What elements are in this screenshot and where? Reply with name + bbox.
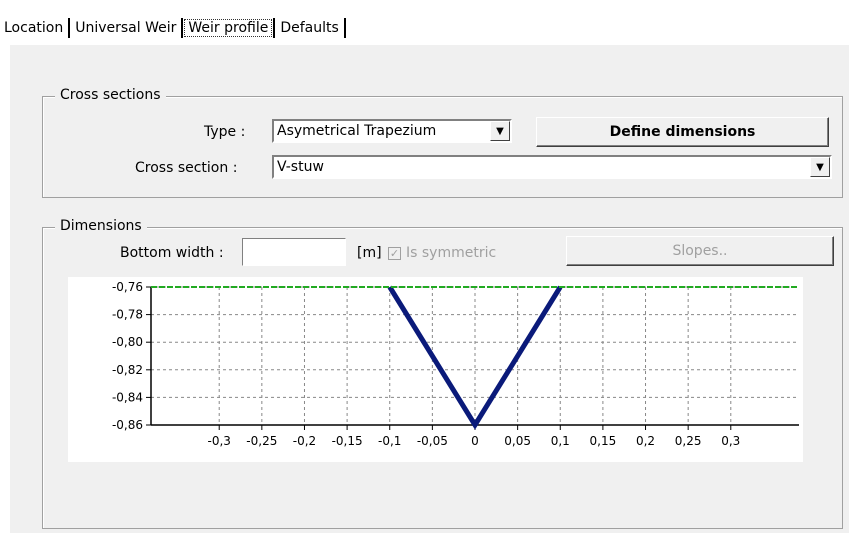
- x-tick-label: 0: [471, 434, 479, 448]
- cross-sections-title: Cross sections: [55, 87, 166, 103]
- x-tick-label: 0,05: [504, 434, 531, 448]
- cross-section-select[interactable]: V-stuw ▼: [272, 155, 832, 179]
- cross-section-value: V-stuw: [277, 159, 324, 175]
- x-tick-label: -0,05: [417, 434, 448, 448]
- y-tick-label: -0,80: [112, 335, 143, 349]
- x-tick-label: -0,3: [207, 434, 230, 448]
- x-tick-label: -0,15: [332, 434, 363, 448]
- y-tick-label: -0,76: [112, 280, 143, 294]
- x-tick-label: -0,25: [246, 434, 277, 448]
- tab-location[interactable]: Location: [0, 20, 67, 36]
- tab-strip: Location Universal Weir Weir profile Def…: [0, 14, 347, 42]
- type-value: Asymetrical Trapezium: [277, 123, 437, 139]
- bottom-width-label: Bottom width :: [120, 245, 224, 261]
- slopes-label: Slopes..: [672, 243, 728, 259]
- chart-svg: -0,76 -0,78 -0,80 -0,82 -0,84 -0,86 -0,3 -0,25 -…: [112, 280, 799, 448]
- cross-section-label: Cross section :: [135, 160, 238, 176]
- x-tick-label: 0,3: [721, 434, 740, 448]
- y-tick-label: -0,82: [112, 363, 143, 377]
- tab-separator: [343, 18, 346, 38]
- unit-label: [m]: [357, 245, 382, 261]
- x-tick-label: -0,1: [378, 434, 401, 448]
- y-tick-label: -0,78: [112, 308, 143, 322]
- x-tick-label: 0,2: [636, 434, 655, 448]
- symmetric-label: Is symmetric: [406, 245, 497, 261]
- x-tick-label: 0,25: [675, 434, 702, 448]
- define-dimensions-button[interactable]: Define dimensions: [536, 117, 829, 147]
- dropdown-arrow-icon[interactable]: ▼: [810, 157, 830, 177]
- x-tick-label: 0,15: [590, 434, 617, 448]
- weir-profile-chart: -0,76 -0,78 -0,80 -0,82 -0,84 -0,86 -0,3 -0,25 -…: [68, 277, 803, 462]
- define-dimensions-label: Define dimensions: [609, 124, 756, 140]
- dropdown-arrow-icon[interactable]: ▼: [490, 121, 510, 141]
- y-tick-label: -0,86: [112, 418, 143, 432]
- type-select[interactable]: Asymetrical Trapezium ▼: [272, 119, 512, 143]
- x-tick-label: -0,2: [293, 434, 316, 448]
- tab-universal-weir[interactable]: Universal Weir: [71, 20, 180, 36]
- x-tick-label: 0,1: [551, 434, 570, 448]
- slopes-button[interactable]: Slopes..: [566, 236, 834, 266]
- tab-separator: [181, 18, 184, 38]
- bottom-width-input[interactable]: [242, 238, 346, 266]
- tab-defaults[interactable]: Defaults: [276, 20, 342, 36]
- tab-separator: [273, 18, 276, 38]
- tab-weir-profile[interactable]: Weir profile: [184, 19, 273, 37]
- y-tick-label: -0,84: [112, 390, 143, 404]
- cross-sections-group: Cross sections: [42, 87, 843, 198]
- dimensions-title: Dimensions: [55, 218, 147, 234]
- type-label: Type :: [204, 124, 246, 140]
- tab-separator: [68, 18, 71, 38]
- symmetric-checkbox[interactable]: ✓: [388, 247, 401, 260]
